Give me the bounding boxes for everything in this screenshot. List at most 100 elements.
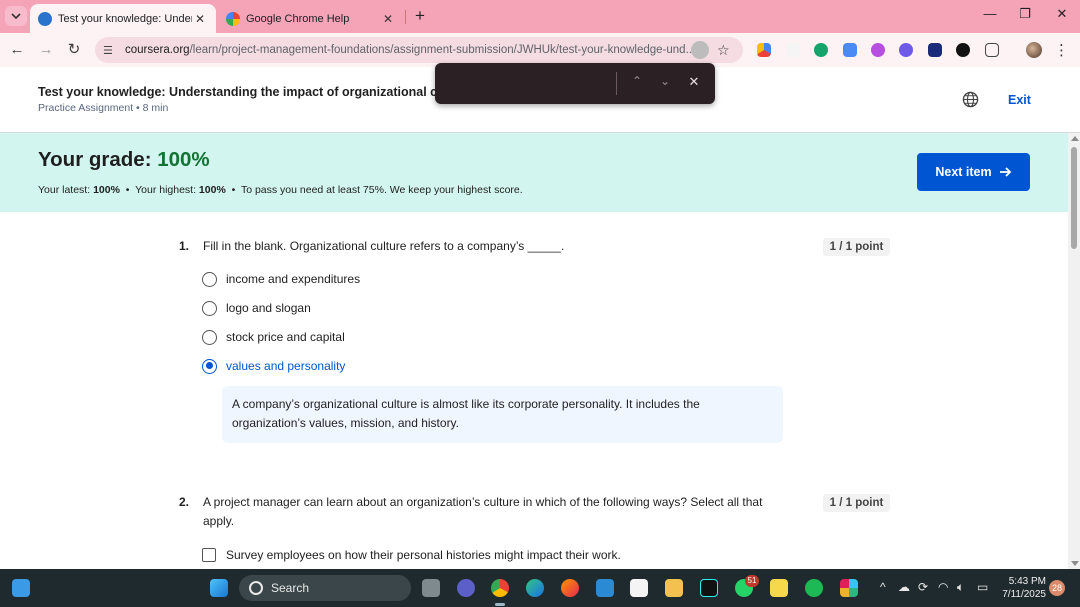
page-scrollbar[interactable] [1068, 133, 1080, 569]
find-next-icon[interactable]: ⌄ [656, 74, 674, 88]
sync-icon[interactable]: ⟳ [918, 580, 928, 594]
assignment-title: Test your knowledge: Understanding the i… [38, 85, 472, 99]
answer-option[interactable]: logo and slogan [202, 299, 311, 317]
grade-heading: Your grade: 100% [38, 148, 210, 171]
browser-toolbar: ← → ↻ ☰ coursera.org/learn/project-manag… [0, 33, 1080, 67]
coursera-favicon-icon [38, 11, 52, 26]
answer-option-selected[interactable]: values and personality [202, 357, 345, 375]
spotify-icon[interactable] [805, 579, 823, 597]
chevron-down-icon [11, 13, 21, 20]
scroll-down-icon[interactable] [1071, 561, 1079, 566]
forward-button[interactable]: → [36, 40, 56, 60]
grade-value: 100% [157, 148, 210, 171]
points-badge: 1 / 1 point [823, 494, 890, 512]
tab-title: Google Chrome Help [246, 12, 350, 25]
google-favicon-icon [226, 11, 240, 26]
reload-button[interactable]: ↻ [64, 40, 84, 60]
radio-button-checked[interactable] [202, 358, 217, 374]
url-text: coursera.org/learn/project-management-fo… [125, 44, 691, 56]
latest-score: 100% [93, 184, 120, 196]
notification-count-badge[interactable]: 28 [1049, 580, 1065, 596]
find-in-page-bar: ⌃ ⌄ ✕ [435, 63, 715, 104]
question-text: A project manager can learn about an org… [203, 495, 763, 528]
globe-icon[interactable] [962, 91, 979, 108]
system-clock[interactable]: 5:43 PM 7/11/2025 [998, 575, 1046, 601]
file-explorer-icon[interactable] [665, 579, 683, 597]
store-icon[interactable] [630, 579, 648, 597]
vscode-icon[interactable] [596, 579, 614, 597]
taskbar-search[interactable]: Search [239, 575, 411, 601]
restore-button[interactable]: ❐ [1010, 6, 1040, 26]
back-button[interactable]: ← [7, 40, 27, 60]
grade-summary: Your latest: 100% • Your highest: 100% •… [38, 184, 523, 196]
exit-link[interactable]: Exit [1008, 93, 1031, 107]
tab-divider [405, 10, 406, 24]
find-previous-icon[interactable]: ⌃ [628, 74, 646, 88]
puzzle-extensions-icon[interactable] [985, 43, 999, 57]
tab-title: Test your knowledge: Understa [58, 12, 192, 25]
pass-note: To pass you need at least 75%. We keep y… [240, 184, 523, 196]
color-extension-icon[interactable] [757, 43, 771, 57]
wifi-icon[interactable]: ◠ [938, 580, 948, 594]
close-window-button[interactable]: ✕ [1047, 6, 1077, 26]
tray-chevron-icon[interactable]: ^ [880, 580, 886, 594]
profile-avatar[interactable] [1026, 42, 1042, 58]
more-menu-icon[interactable]: ⋮ [1054, 41, 1069, 59]
answer-feedback: A company’s organizational culture is al… [222, 386, 783, 443]
pen-extension-icon[interactable] [786, 43, 800, 57]
new-tab-button[interactable]: + [410, 6, 430, 26]
widgets-icon[interactable] [12, 579, 30, 597]
question-text: Fill in the blank. Organizational cultur… [203, 239, 565, 253]
slack-icon[interactable] [840, 579, 858, 597]
answer-option[interactable]: Survey employees on how their personal h… [202, 546, 621, 564]
battery-icon[interactable]: ▭ [977, 580, 988, 594]
scroll-up-icon[interactable] [1071, 136, 1079, 141]
tab-chrome-help[interactable]: Google Chrome Help ✕ [218, 4, 404, 33]
assignment-meta: Practice Assignment • 8 min [38, 102, 169, 114]
checkbox[interactable] [202, 548, 216, 562]
extension-icon[interactable] [928, 43, 942, 57]
radio-button[interactable] [202, 329, 217, 345]
tab-coursera[interactable]: Test your knowledge: Understa ✕ [30, 4, 216, 33]
extension-icon[interactable] [956, 43, 970, 57]
sticky-notes-icon[interactable] [770, 579, 788, 597]
site-info-icon[interactable]: ☰ [103, 44, 119, 57]
tiktok-icon[interactable] [700, 579, 718, 597]
volume-icon[interactable]: 🔈︎ [957, 580, 964, 595]
whatsapp-badge: 51 [745, 575, 759, 587]
scroll-thumb[interactable] [1071, 147, 1077, 249]
radio-button[interactable] [202, 300, 217, 316]
points-badge: 1 / 1 point [823, 238, 890, 256]
onedrive-icon[interactable]: ☁ [898, 580, 910, 594]
question-number: 2. [179, 495, 190, 509]
answer-option[interactable]: stock price and capital [202, 328, 345, 346]
radio-button[interactable] [202, 271, 217, 287]
extension-icon[interactable] [899, 43, 913, 57]
answer-option[interactable]: income and expenditures [202, 270, 360, 288]
teams-chat-icon[interactable] [457, 579, 475, 597]
windows-start-icon[interactable] [210, 579, 228, 597]
task-view-icon[interactable] [422, 579, 440, 597]
ai-extension-icon[interactable] [871, 43, 885, 57]
arrow-right-icon [999, 167, 1011, 177]
address-bar[interactable]: ☰ coursera.org/learn/project-management-… [95, 37, 743, 63]
grade-banner: Your grade: 100% Your latest: 100% • You… [0, 133, 1068, 212]
browser-tabstrip: Test your knowledge: Understa ✕ Google C… [0, 0, 1080, 33]
chrome-icon[interactable] [491, 579, 509, 597]
firefox-icon[interactable] [561, 579, 579, 597]
close-icon[interactable]: ✕ [685, 74, 703, 90]
find-bar-divider [616, 72, 617, 95]
windows-taskbar: Search 51 ^ ☁ ⟳ ◠ 🔈︎ ▭ 5:43 PM 7/11/2025… [0, 569, 1080, 607]
tab-search-button[interactable] [5, 6, 27, 26]
bookmark-star-icon[interactable]: ☆ [717, 42, 735, 59]
close-icon[interactable]: ✕ [380, 12, 396, 26]
minimize-button[interactable]: — [975, 6, 1005, 26]
close-icon[interactable]: ✕ [192, 12, 208, 26]
edge-icon[interactable] [526, 579, 544, 597]
next-item-button[interactable]: Next item [917, 153, 1030, 191]
grammarly-icon[interactable] [814, 43, 828, 57]
lens-icon[interactable] [691, 41, 709, 59]
docs-extension-icon[interactable] [843, 43, 857, 57]
search-icon [249, 581, 263, 595]
highest-score: 100% [198, 184, 226, 196]
